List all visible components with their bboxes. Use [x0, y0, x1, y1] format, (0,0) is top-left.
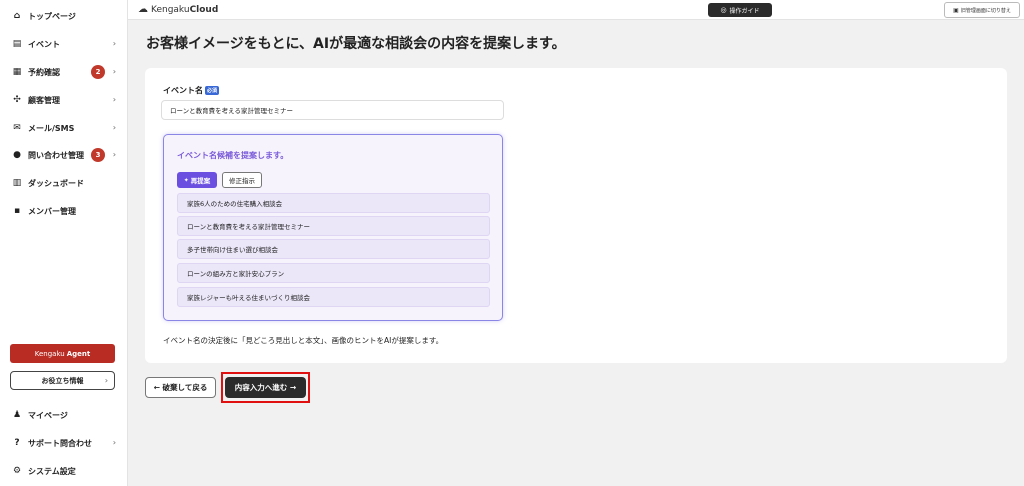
sidebar-item-label: サポート問合わせ [28, 438, 92, 448]
agent-prefix: Kengaku [34, 349, 65, 358]
notification-badge: 2 [91, 65, 105, 79]
chevron-right-icon: › [112, 67, 116, 76]
useful-info-label: お役立ち情報 [41, 376, 84, 385]
sidebar-item-dashboard[interactable]: ▥ ダッシュボード [0, 171, 128, 195]
field-label-text: イベント名 [163, 86, 203, 95]
logo-text: Kengaku [151, 4, 190, 15]
sidebar-item-settings[interactable]: ⚙ システム設定 [0, 459, 128, 483]
chevron-right-icon: › [112, 39, 116, 48]
sidebar-item-label: 問い合わせ管理 [28, 150, 84, 160]
gear-icon: ⚙ [12, 466, 22, 476]
sidebar-item-event[interactable]: ▤ イベント › [0, 32, 128, 56]
sidebar-item-label: マイページ [28, 410, 68, 420]
sidebar-item-customers[interactable]: ✣ 顧客管理 › [0, 88, 128, 112]
guide-label: 操作ガイド [729, 7, 760, 15]
discard-back-button[interactable]: ← 破棄して戻る [145, 377, 216, 398]
event-name-card: イベント名 必須 ローンと教育費を考える家計管理セミナー イベント名候補を提案し… [145, 68, 1007, 363]
edit-instruction-button[interactable]: 修正指示 [222, 172, 262, 188]
sidebar-item-label: 顧客管理 [28, 95, 60, 105]
kengaku-agent-button[interactable]: Kengaku Agent [10, 344, 115, 363]
logo-bold: Cloud [189, 4, 219, 15]
required-badge: 必須 [205, 86, 220, 95]
agent-bold: Agent [66, 349, 91, 358]
candidate-item[interactable]: 家族6人のための住宅購入相談会 [177, 193, 490, 213]
sidebar-item-label: トップページ [28, 11, 76, 21]
sidebar-item-label: ダッシュボード [28, 178, 84, 188]
sidebar-item-support[interactable]: ? サポート問合わせ › [0, 431, 128, 455]
sidebar-item-top[interactable]: ⌂ トップページ [0, 4, 128, 28]
top-bar: ☁ Kengaku Cloud ◎ 操作ガイド ▣ 旧管理画面に切り替え [128, 0, 1024, 20]
event-name-label: イベント名 必須 [163, 85, 220, 96]
sidebar-item-label: 予約確認 [28, 67, 60, 77]
sidebar-item-members[interactable]: ▪ メンバー管理 [0, 199, 128, 223]
users-icon: ✣ [13, 95, 21, 105]
regenerate-button[interactable]: ✦ 再提案 [177, 172, 217, 188]
switch-legacy-button[interactable]: ▣ 旧管理画面に切り替え [944, 2, 1020, 18]
sidebar: ⌂ トップページ ▤ イベント › ▦ 予約確認 2 › ✣ 顧客管理 › ✉ … [0, 0, 128, 486]
chevron-right-icon: › [112, 95, 116, 104]
sparkle-icon: ✦ [183, 176, 189, 184]
candidate-item[interactable]: ローンの組み方と家計安心プラン [177, 263, 490, 283]
useful-info-button[interactable]: お役立ち情報 › [10, 371, 115, 390]
compass-icon: ◎ [720, 6, 727, 14]
calendar-icon: ▦ [12, 67, 22, 77]
suggestion-title: イベント名候補を提案します。 [177, 151, 289, 160]
switch-label: 旧管理画面に切り替え [960, 7, 1011, 14]
suggestion-panel: イベント名候補を提案します。 ✦ 再提案 修正指示 家族6人のための住宅購入相談… [163, 134, 503, 321]
chevron-right-icon: › [112, 123, 116, 132]
event-name-input[interactable]: ローンと教育費を考える家計管理セミナー [161, 100, 504, 120]
logo[interactable]: ☁ Kengaku Cloud [138, 4, 218, 15]
sidebar-item-label: システム設定 [28, 466, 76, 476]
hint-text: イベント名の決定後に「見どころ見出しと本文」、画像のヒントをAIが提案します。 [163, 336, 444, 345]
person-icon: ♟ [12, 410, 22, 420]
page-title: お客様イメージをもとに、AIが最適な相談会の内容を提案します。 [146, 36, 566, 52]
notification-badge: 3 [91, 148, 105, 162]
chevron-right-icon: › [112, 438, 116, 447]
candidate-item[interactable]: ローンと教育費を考える家計管理セミナー [177, 216, 490, 236]
dashboard-icon: ▥ [12, 178, 22, 188]
sidebar-item-label: メンバー管理 [28, 206, 76, 216]
candidate-item[interactable]: 多子世帯向け住まい選び相談会 [177, 239, 490, 259]
document-icon: ▤ [12, 39, 22, 49]
candidate-item[interactable]: 家族レジャーも叶える住まいづくり相談会 [177, 287, 490, 307]
grid-icon: ▪ [13, 206, 21, 216]
switch-icon: ▣ [953, 6, 959, 14]
sidebar-item-inquiries[interactable]: ● 問い合わせ管理 3 › [0, 143, 128, 167]
chat-icon: ● [13, 150, 21, 160]
operation-guide-button[interactable]: ◎ 操作ガイド [708, 3, 772, 17]
sidebar-item-mail[interactable]: ✉ メール/SMS › [0, 116, 128, 140]
sidebar-item-mypage[interactable]: ♟ マイページ [0, 403, 128, 427]
sidebar-item-reservations[interactable]: ▦ 予約確認 2 › [0, 60, 128, 84]
home-icon: ⌂ [13, 11, 21, 21]
help-icon: ? [14, 438, 20, 448]
mail-icon: ✉ [13, 123, 21, 133]
sidebar-item-label: イベント [28, 39, 60, 49]
chevron-right-icon: › [112, 150, 116, 159]
proceed-content-button[interactable]: 内容入力へ進む → [225, 377, 306, 398]
sidebar-item-label: メール/SMS [28, 123, 75, 133]
cloud-icon: ☁ [138, 4, 148, 15]
regen-label: 再提案 [190, 177, 211, 185]
chevron-right-icon: › [104, 376, 108, 385]
